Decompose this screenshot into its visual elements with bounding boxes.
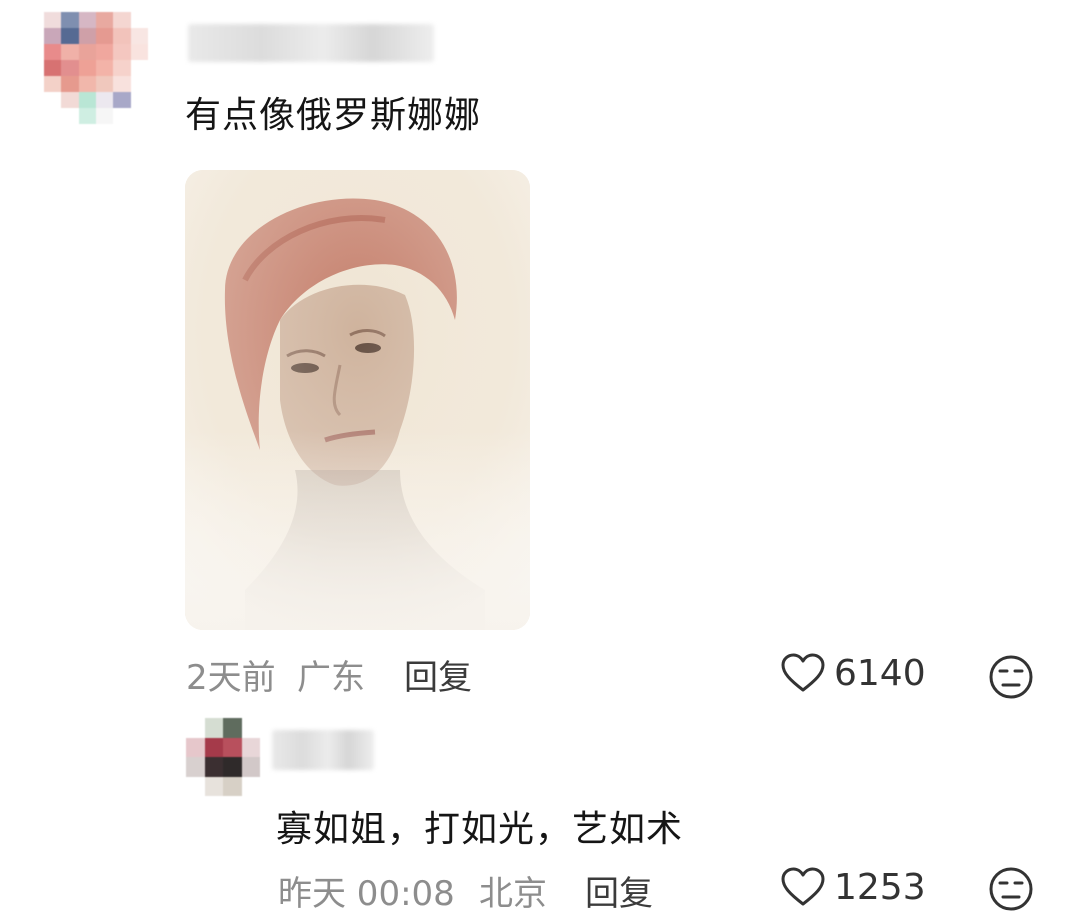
like-count: 6140: [834, 652, 926, 694]
comment-location: 广东: [297, 658, 365, 698]
dislike-button[interactable]: [988, 654, 1034, 704]
reply-like-count: 1253: [834, 866, 926, 908]
reply-avatar[interactable]: [186, 718, 260, 796]
reply-time: 昨天 00:08: [278, 874, 455, 914]
reply-dislike-button[interactable]: [988, 866, 1034, 916]
reply-location: 北京: [479, 874, 547, 914]
comment-image[interactable]: [185, 170, 530, 630]
reply-reply-button[interactable]: 回复: [585, 866, 653, 915]
comment-time: 2天前: [186, 658, 276, 698]
avatar[interactable]: [44, 12, 148, 124]
heart-outline-icon: [781, 867, 825, 906]
reply-button[interactable]: 回复: [404, 650, 472, 699]
username[interactable]: [188, 24, 434, 62]
reply-text: 寡如姐，打如光，艺如术: [276, 809, 684, 850]
unamused-face-icon: [989, 655, 1033, 699]
reply-like-button[interactable]: 1253: [780, 866, 926, 908]
comment-text: 有点像俄罗斯娜娜: [185, 95, 482, 136]
reply-username[interactable]: [272, 730, 374, 770]
unamused-face-icon: [989, 867, 1033, 911]
portrait-image: [185, 170, 530, 630]
like-button[interactable]: 6140: [780, 652, 926, 694]
heart-outline-icon: [781, 653, 825, 692]
